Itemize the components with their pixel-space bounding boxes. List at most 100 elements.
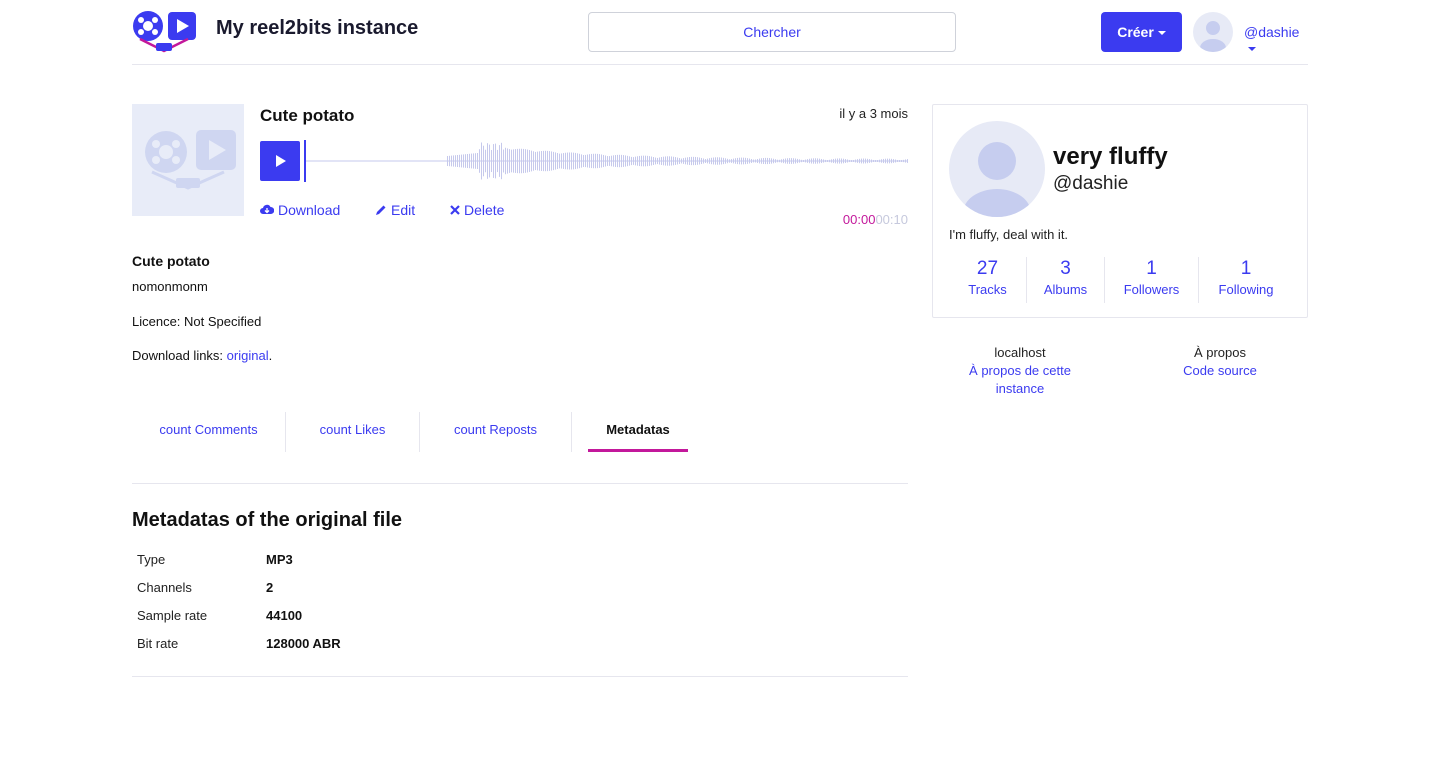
download-links: Download links: original.	[132, 348, 272, 363]
about-instance-link[interactable]: À propos de cette instance	[950, 362, 1090, 398]
waveform-bar	[685, 157, 686, 165]
waveform-bar	[645, 155, 646, 167]
waveform-bar	[875, 160, 876, 162]
playhead-cursor[interactable]	[304, 140, 306, 182]
waveform-bar	[505, 147, 506, 175]
tab-metadatas[interactable]: Metadatas	[588, 412, 688, 452]
delete-button[interactable]: Delete	[450, 202, 504, 218]
tab-likes[interactable]: count Likes	[286, 412, 420, 452]
waveform-bar	[629, 156, 630, 166]
user-placeholder-icon	[963, 142, 1031, 217]
stat-following[interactable]: 1 Following	[1199, 257, 1293, 303]
waveform-bar	[707, 158, 708, 164]
user-menu[interactable]: @dashie	[1244, 24, 1308, 56]
waveform-bar	[653, 157, 654, 165]
metadata-key: Type	[137, 551, 166, 567]
tab-comments[interactable]: count Comments	[132, 412, 286, 452]
waveform-bar	[583, 154, 584, 168]
waveform-bar	[537, 151, 538, 171]
waveform-bar	[633, 157, 634, 165]
source-code-link[interactable]: Code source	[1150, 362, 1290, 380]
waveform-bar	[547, 150, 548, 172]
create-button[interactable]: Créer	[1101, 12, 1182, 52]
waveform-bar	[611, 155, 612, 167]
waveform-bar	[761, 158, 762, 164]
profile-name[interactable]: very fluffy	[1053, 143, 1168, 171]
avatar[interactable]	[949, 121, 1045, 217]
waveform-bar	[743, 157, 744, 165]
waveform-bar	[465, 154, 466, 168]
waveform-bar	[449, 155, 450, 167]
create-label: Créer	[1117, 24, 1154, 40]
waveform-bar	[705, 159, 706, 163]
waveform-bar	[785, 158, 786, 164]
waveform-bar	[751, 159, 752, 163]
stat-label: Tracks	[968, 282, 1007, 297]
waveform-bar	[691, 156, 692, 166]
original-download-link[interactable]: original	[227, 348, 269, 363]
waveform-bar	[819, 158, 820, 164]
waveform-bar	[755, 159, 756, 163]
waveform-bar	[767, 157, 768, 165]
instance-info: localhost À propos de cette instance	[950, 344, 1090, 398]
waveform-bar	[667, 156, 668, 166]
stat-value: 1	[1146, 258, 1157, 279]
download-button[interactable]: Download	[260, 202, 340, 218]
stat-tracks[interactable]: 27 Tracks	[949, 257, 1027, 303]
waveform-bar	[721, 157, 722, 165]
waveform-bar	[493, 144, 494, 178]
waveform-bar	[557, 153, 558, 169]
track-title[interactable]: Cute potato	[260, 106, 354, 126]
waveform-bar	[749, 158, 750, 164]
description-title: Cute potato	[132, 253, 210, 269]
waveform-bar	[531, 150, 532, 172]
reel2bits-logo-icon[interactable]	[132, 9, 196, 53]
waveform-bar	[477, 153, 478, 169]
waveform-bar	[693, 156, 694, 166]
site-title[interactable]: My reel2bits instance	[216, 17, 418, 40]
waveform-bar	[595, 153, 596, 169]
play-button[interactable]	[260, 141, 300, 181]
edit-button[interactable]: Edit	[375, 202, 415, 218]
waveform-bar	[495, 143, 496, 179]
tab-reposts[interactable]: count Reposts	[420, 412, 572, 452]
waveform-bar	[669, 156, 670, 166]
waveform-bar	[523, 148, 524, 174]
stat-albums[interactable]: 3 Albums	[1027, 257, 1105, 303]
waveform-bar	[577, 153, 578, 169]
stat-followers[interactable]: 1 Followers	[1105, 257, 1199, 303]
waveform-bar	[793, 158, 794, 164]
waveform[interactable]	[304, 140, 908, 182]
waveform-bar	[845, 159, 846, 163]
waveform-bar	[541, 151, 542, 171]
waveform-bar	[823, 159, 824, 163]
avatar[interactable]	[1193, 12, 1233, 52]
waveform-bar	[689, 157, 690, 165]
waveform-bar	[737, 157, 738, 165]
table-row: Sample rate 44100	[137, 601, 341, 629]
waveform-bar	[903, 159, 904, 163]
metadata-value: 128000 ABR	[266, 635, 341, 651]
waveform-bar	[597, 153, 598, 169]
waveform-bar	[807, 159, 808, 163]
waveform-bar	[485, 149, 486, 173]
waveform-bar	[615, 155, 616, 167]
waveform-bar	[641, 155, 642, 167]
waveform-bar	[519, 148, 520, 174]
waveform-bar	[555, 152, 556, 170]
waveform-bar	[579, 153, 580, 169]
waveform-bar	[681, 158, 682, 164]
waveform-bar	[613, 155, 614, 167]
waveform-bar	[551, 151, 552, 171]
waveform-bar	[873, 159, 874, 163]
waveform-bar	[461, 154, 462, 168]
search-input[interactable]: Chercher	[588, 12, 956, 52]
close-icon	[450, 205, 460, 215]
waveform-bar	[847, 159, 848, 163]
user-placeholder-icon	[1200, 21, 1226, 52]
waveform-bar	[451, 155, 452, 167]
waveform-bar	[809, 158, 810, 164]
waveform-bar	[799, 159, 800, 163]
waveform-bar	[805, 159, 806, 163]
stat-value: 1	[1240, 258, 1252, 279]
